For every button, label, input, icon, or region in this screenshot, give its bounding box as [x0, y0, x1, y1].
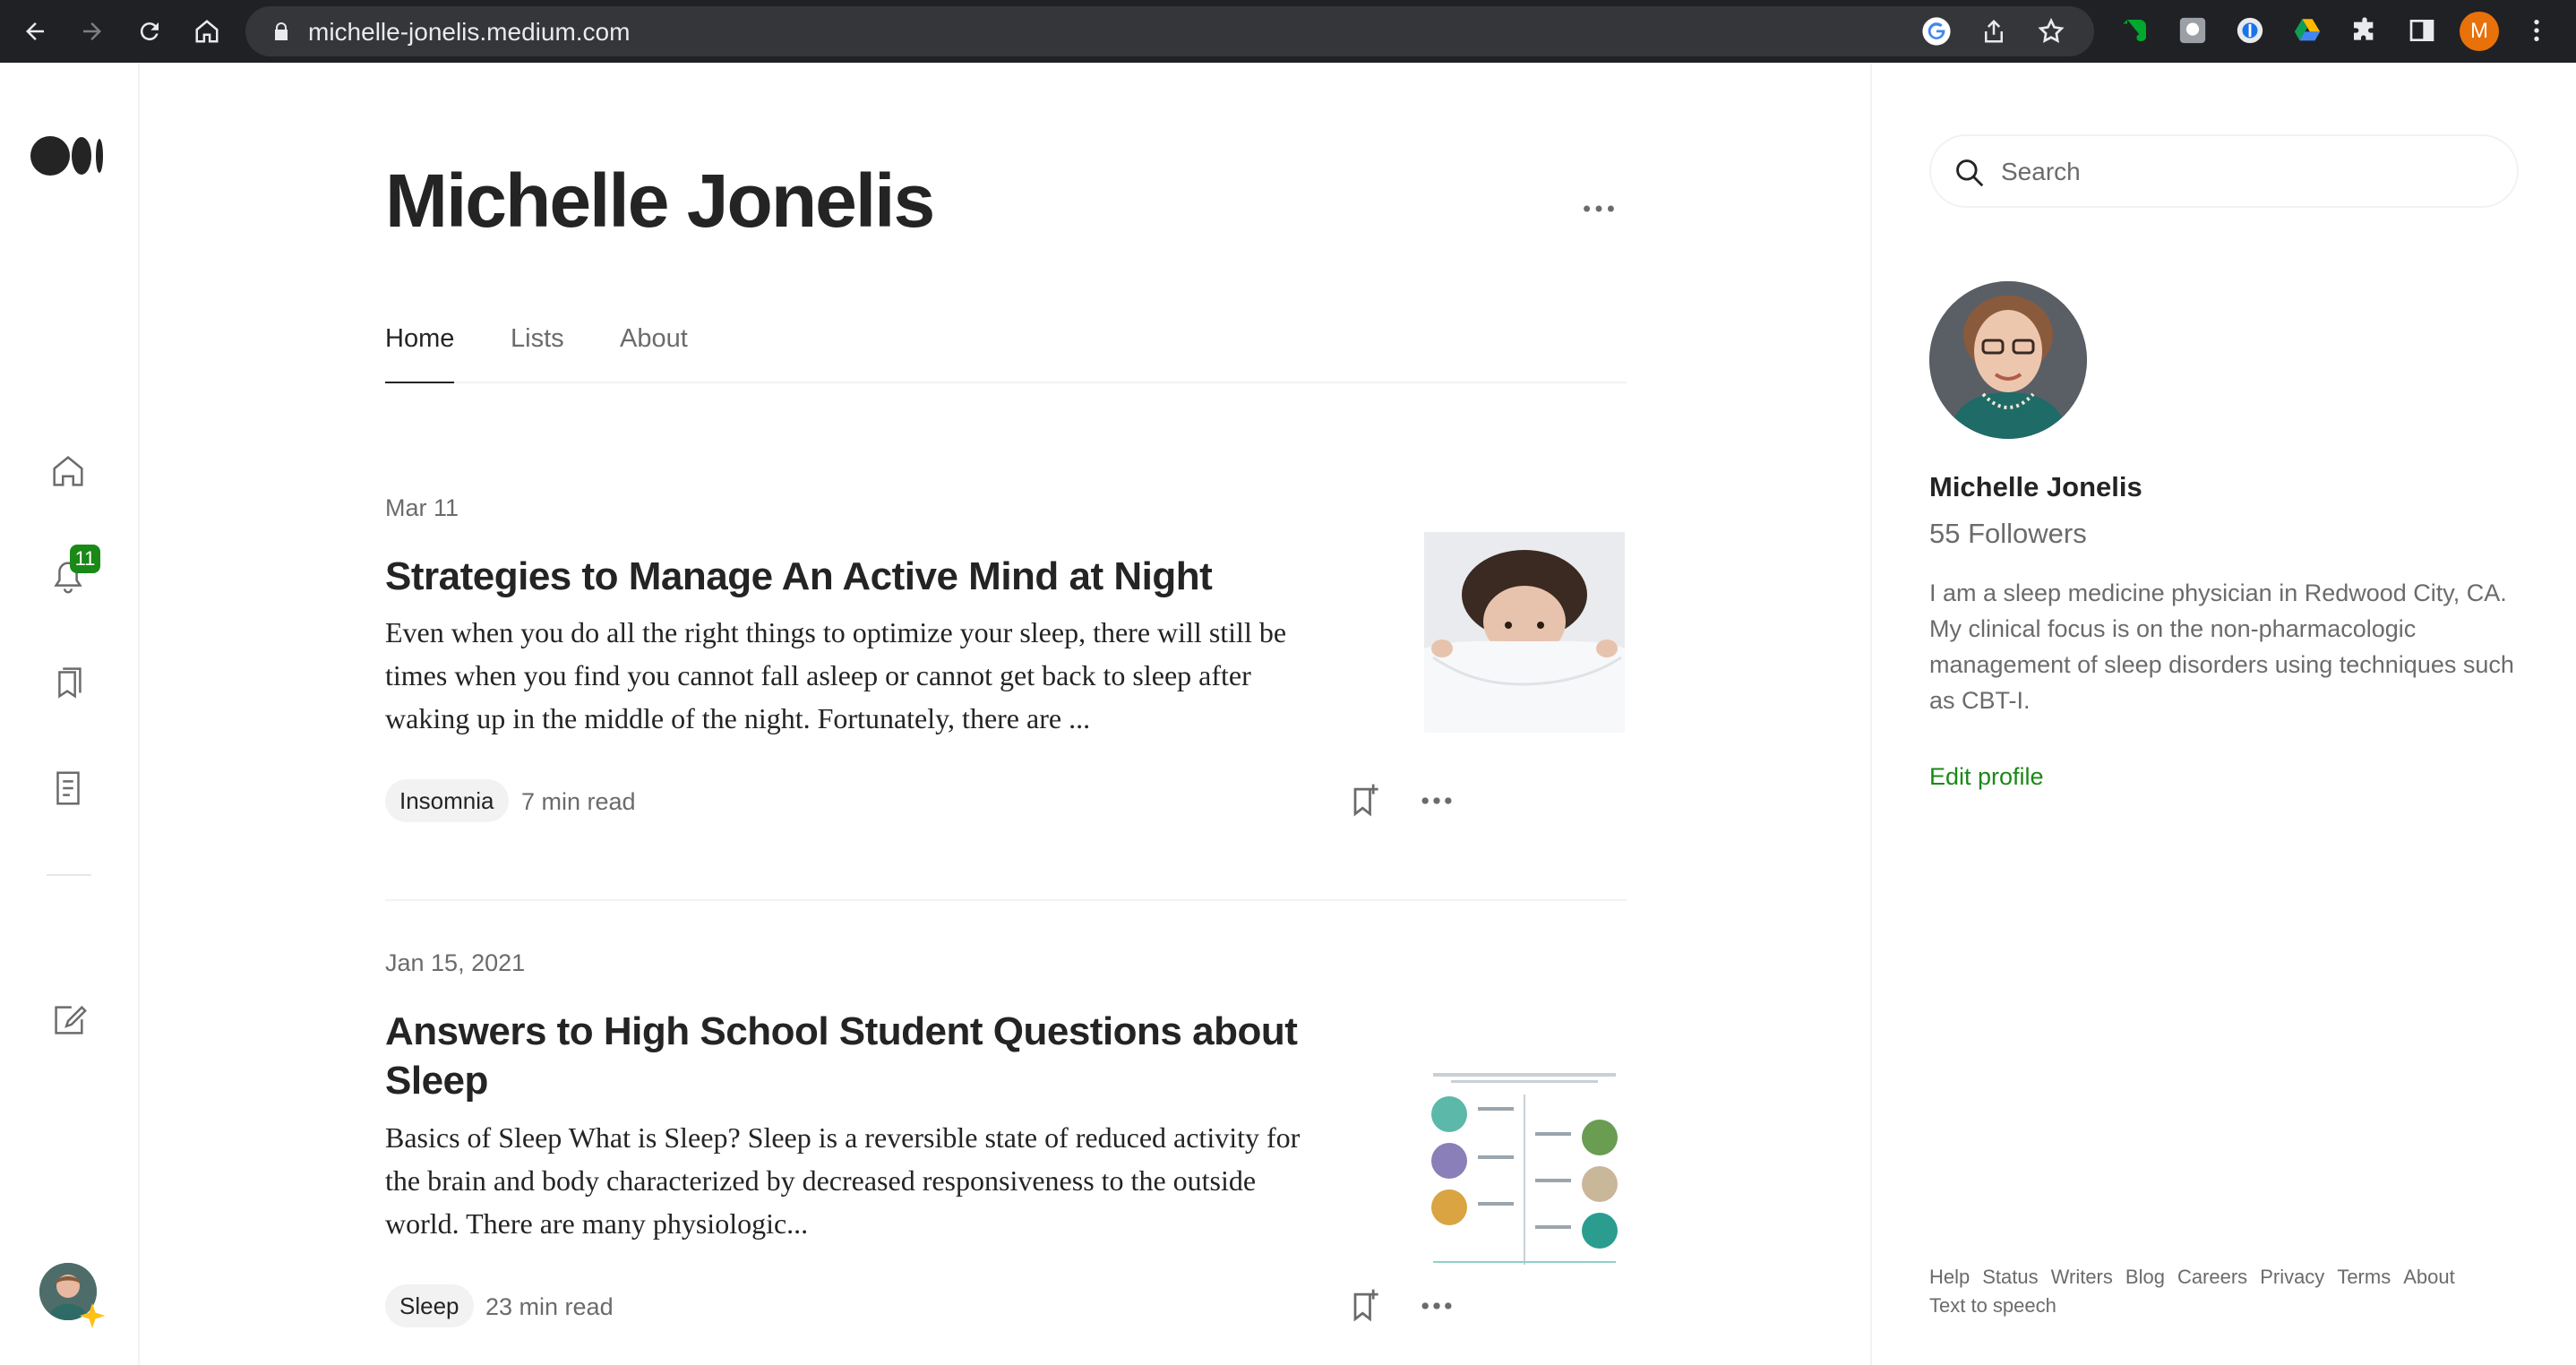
- membership-sparkle-icon: [79, 1302, 106, 1329]
- profile-more-options-icon[interactable]: [1578, 188, 1619, 229]
- extension-blue-icon[interactable]: [2232, 13, 2268, 48]
- post-card[interactable]: Jan 15, 2021 Answers to High School Stud…: [385, 949, 1627, 1361]
- lock-icon: [275, 22, 288, 40]
- share-icon[interactable]: [1978, 15, 2010, 47]
- browser-profile-avatar[interactable]: M: [2460, 12, 2499, 51]
- search-icon: [1956, 159, 1984, 187]
- footer-link-status[interactable]: Status: [1982, 1266, 2038, 1288]
- notification-count-badge: 11: [70, 545, 100, 573]
- extensions-puzzle-icon[interactable]: [2347, 13, 2383, 48]
- main-content: Michelle Jonelis Home Lists About Mar 11…: [140, 63, 1870, 1365]
- footer-link-help[interactable]: Help: [1929, 1266, 1970, 1288]
- followers-count[interactable]: 55 Followers: [1929, 518, 2087, 550]
- library-bookmarks-icon[interactable]: [45, 659, 91, 706]
- footer-link-privacy[interactable]: Privacy: [2260, 1266, 2324, 1288]
- footer-link-blog[interactable]: Blog: [2125, 1266, 2165, 1288]
- address-bar[interactable]: michelle-jonelis.medium.com: [245, 6, 2094, 56]
- read-time: 7 min read: [521, 788, 636, 815]
- reload-icon[interactable]: [127, 9, 172, 54]
- profile-name[interactable]: Michelle Jonelis: [1929, 471, 2142, 503]
- evernote-icon[interactable]: [2117, 13, 2153, 48]
- post-tag[interactable]: Sleep: [385, 1284, 474, 1327]
- footer-link-text-to-speech[interactable]: Text to speech: [1929, 1294, 2057, 1317]
- read-time: 23 min read: [485, 1293, 614, 1320]
- left-rail: 11: [0, 63, 140, 1365]
- footer-links: Help Status Writers Blog Careers Privacy Terms…: [1929, 1263, 2503, 1320]
- post-date: Mar 11: [385, 494, 459, 521]
- back-icon[interactable]: [13, 9, 57, 54]
- bookmark-star-icon[interactable]: [2035, 15, 2067, 47]
- post-card[interactable]: Mar 11 Strategies to Manage An Active Mi…: [385, 494, 1627, 853]
- post-title[interactable]: Strategies to Manage An Active Mind at N…: [385, 552, 1308, 601]
- url-text: michelle-jonelis.medium.com: [308, 18, 631, 46]
- page-title: Michelle Jonelis: [385, 159, 935, 243]
- post-more-icon[interactable]: [1417, 1286, 1456, 1326]
- profile-tabs: Home Lists About: [385, 324, 1627, 383]
- profile-bio: I am a sleep medicine physician in Redwo…: [1929, 579, 2514, 714]
- footer-link-writers[interactable]: Writers: [2051, 1266, 2113, 1288]
- tab-about[interactable]: About: [620, 324, 688, 383]
- save-bookmark-icon[interactable]: [1345, 781, 1385, 820]
- post-tag[interactable]: Insomnia: [385, 779, 509, 822]
- google-icon[interactable]: [1920, 15, 1953, 47]
- post-excerpt[interactable]: Basics of Sleep What is Sleep? Sleep is …: [385, 1116, 1317, 1245]
- right-sidebar: Michelle Jonelis 55 Followers I am a sle…: [1870, 63, 2576, 1365]
- profile-avatar[interactable]: [1929, 281, 2087, 439]
- footer-link-terms[interactable]: Terms: [2337, 1266, 2391, 1288]
- write-icon[interactable]: [45, 998, 91, 1044]
- save-bookmark-icon[interactable]: [1345, 1286, 1385, 1326]
- extension-gray-icon[interactable]: [2175, 13, 2211, 48]
- side-panel-icon[interactable]: [2404, 13, 2440, 48]
- browser-toolbar: michelle-jonelis.medium.com M: [0, 0, 2576, 63]
- tab-lists[interactable]: Lists: [511, 324, 564, 383]
- search-box[interactable]: [1929, 134, 2519, 208]
- footer-link-careers[interactable]: Careers: [2177, 1266, 2247, 1288]
- post-title[interactable]: Answers to High School Student Questions…: [385, 1007, 1308, 1105]
- rail-divider: [47, 874, 91, 876]
- post-thumbnail[interactable]: [1424, 532, 1625, 733]
- post-thumbnail[interactable]: [1424, 1068, 1625, 1268]
- post-excerpt[interactable]: Even when you do all the right things to…: [385, 611, 1317, 740]
- forward-icon[interactable]: [70, 9, 115, 54]
- browser-menu-icon[interactable]: [2519, 13, 2555, 48]
- edit-profile-link[interactable]: Edit profile: [1929, 763, 2044, 791]
- footer-link-about[interactable]: About: [2403, 1266, 2455, 1288]
- tab-home[interactable]: Home: [385, 324, 455, 383]
- stories-icon[interactable]: [45, 765, 91, 811]
- home-icon[interactable]: [185, 9, 229, 54]
- post-divider: [385, 899, 1627, 901]
- post-date: Jan 15, 2021: [385, 949, 526, 976]
- post-more-icon[interactable]: [1417, 781, 1456, 820]
- medium-logo-icon[interactable]: [30, 134, 106, 177]
- search-input[interactable]: [2001, 152, 2485, 192]
- google-drive-icon[interactable]: [2289, 13, 2325, 48]
- home-icon[interactable]: [45, 448, 91, 494]
